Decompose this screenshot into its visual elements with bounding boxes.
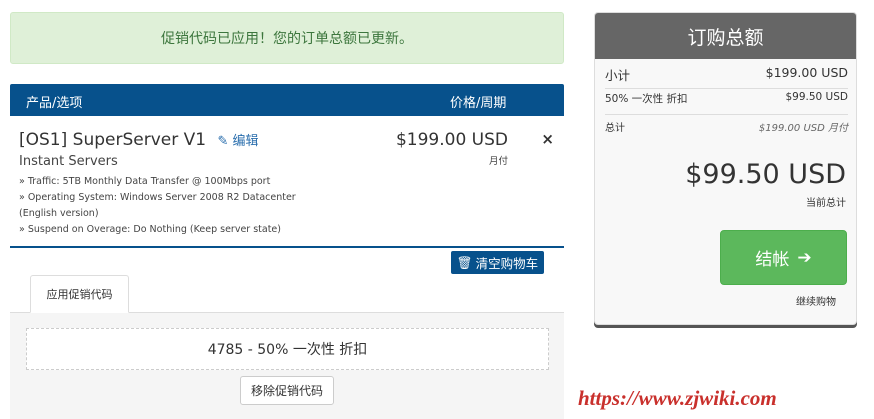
summary-title-text: 订购总额 — [687, 26, 764, 49]
tab-label: 应用促销代码 — [46, 288, 113, 301]
cart-item-row: [OS1] SuperServer V1 ✎ 编辑 Instant Server… — [10, 116, 564, 248]
empty-cart-label: 清空购物车 — [475, 256, 539, 271]
tab-apply-promo[interactable]: 应用促销代码 — [30, 275, 129, 313]
applied-promo-code: 4785 - 50% 一次性 折扣 — [26, 328, 549, 370]
total-row: 总计 $199.00 USD 月付 — [605, 119, 848, 141]
remove-promo-label: 移除促销代码 — [250, 384, 323, 398]
promo-code-text: 4785 - 50% 一次性 折扣 — [207, 342, 368, 358]
remove-item-button[interactable]: × — [541, 130, 554, 148]
header-product: 产品/选项 — [26, 96, 83, 111]
subtotal-value: $199.00 USD — [765, 65, 848, 80]
header-price: 价格/周期 — [450, 96, 507, 111]
edit-label: 编辑 — [232, 134, 259, 149]
cart-table-header: 产品/选项 价格/周期 — [10, 84, 564, 116]
discount-label: 50% 一次性 折扣 — [605, 93, 688, 105]
total-value: $199.00 USD 月付 — [758, 123, 848, 134]
option-line: » Operating System: Windows Server 2008 … — [19, 192, 296, 219]
checkout-label: 结帐 — [755, 250, 790, 270]
product-group: Instant Servers — [19, 154, 118, 169]
alert-message: 促销代码已应用！您的订单总额已更新。 — [161, 31, 413, 47]
subtotal-label: 小计 — [605, 68, 631, 83]
product-options: » Traffic: 5TB Monthly Data Transfer @ 1… — [19, 174, 329, 238]
total-label: 总计 — [605, 123, 625, 134]
pencil-icon: ✎ — [217, 134, 229, 149]
option-line: » Traffic: 5TB Monthly Data Transfer @ 1… — [19, 176, 271, 187]
discount-value: $99.50 USD — [785, 91, 848, 103]
product-name: [OS1] SuperServer V1 — [19, 130, 207, 150]
discount-row: 50% 一次性 折扣 $99.50 USD — [605, 91, 848, 115]
edit-product-link[interactable]: ✎ 编辑 — [217, 134, 258, 149]
empty-cart-button[interactable]: 🗑 清空购物车 — [451, 251, 544, 274]
trash-icon: 🗑 — [456, 254, 473, 270]
grand-total: $99.50 USD — [685, 159, 846, 190]
promo-applied-alert: 促销代码已应用！您的订单总额已更新。 — [10, 12, 564, 64]
remove-promo-button[interactable]: 移除促销代码 — [240, 376, 334, 405]
billing-cycle: 月付 — [488, 156, 508, 167]
grand-total-label: 当前总计 — [806, 198, 846, 209]
subtotal-row: 小计 $199.00 USD — [605, 65, 848, 89]
order-summary: 订购总额 小计 $199.00 USD 50% 一次性 折扣 $99.50 US… — [594, 12, 857, 325]
site-watermark: https://www.zjwiki.com — [578, 386, 777, 410]
summary-title: 订购总额 — [595, 13, 856, 59]
arrow-right-icon: ➔ — [797, 247, 812, 268]
option-line: » Suspend on Overage: Do Nothing (Keep s… — [19, 224, 281, 235]
continue-shopping-link[interactable]: 继续购物 — [796, 293, 836, 308]
checkout-button[interactable]: 结帐 ➔ — [720, 230, 847, 285]
product-title: [OS1] SuperServer V1 ✎ 编辑 — [19, 130, 259, 150]
product-price: $199.00 USD — [395, 130, 508, 150]
